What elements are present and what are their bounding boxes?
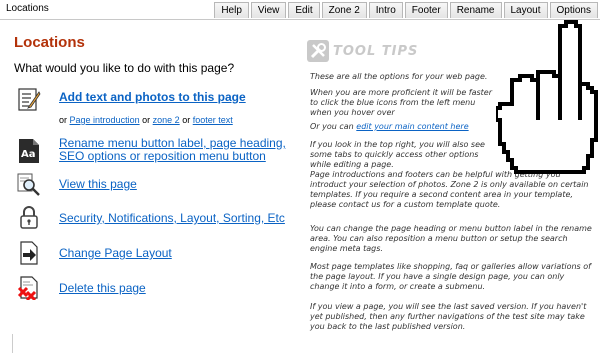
tab-intro[interactable]: Intro bbox=[368, 2, 403, 18]
page-introduction-link[interactable]: Page introduction bbox=[70, 115, 140, 125]
svg-text:Aa: Aa bbox=[21, 149, 36, 160]
tools-icon bbox=[307, 40, 329, 62]
tab-help[interactable]: Help bbox=[214, 2, 249, 18]
edit-text-icon[interactable] bbox=[17, 88, 41, 112]
edit-main-content-link[interactable]: edit your main content here bbox=[356, 122, 468, 131]
rename-options-link[interactable]: Rename menu button label, page heading, … bbox=[59, 137, 289, 163]
tab-options[interactable]: Options bbox=[549, 2, 598, 18]
tip-layout: Most page templates like shopping, faq o… bbox=[310, 262, 591, 291]
tip-edit-prefix: Or you can bbox=[310, 122, 354, 131]
top-bar: Locations Help View Edit Zone 2 Intro Fo… bbox=[0, 0, 600, 20]
delete-page-icon[interactable] bbox=[17, 276, 41, 300]
security-notifications-link[interactable]: Security, Notifications, Layout, Sorting… bbox=[59, 212, 285, 225]
tab-zone-2[interactable]: Zone 2 bbox=[321, 2, 367, 18]
tab-layout[interactable]: Layout bbox=[503, 2, 548, 18]
zone-2-link[interactable]: zone 2 bbox=[153, 115, 180, 125]
lock-icon[interactable] bbox=[17, 205, 41, 229]
layout-arrow-icon[interactable] bbox=[17, 241, 41, 265]
sublinks-row: or Page introduction or zone 2 or footer… bbox=[59, 114, 233, 127]
tool-tips-title: TOOL TIPS bbox=[333, 43, 419, 59]
window-title: Locations bbox=[6, 3, 49, 14]
sublinks-sep-2: or bbox=[182, 115, 191, 125]
option-add-text: Add text and photos to this page or Page… bbox=[17, 88, 317, 128]
divider bbox=[12, 334, 13, 353]
option-rename: Aa Rename menu button label, page headin… bbox=[17, 137, 317, 167]
tip-proficient: When you are more proficient it will be … bbox=[310, 88, 493, 117]
footer-text-link[interactable]: footer text bbox=[193, 115, 233, 125]
options-panel: Locations What would you like to do with… bbox=[14, 34, 304, 75]
tab-bar: Help View Edit Zone 2 Intro Footer Renam… bbox=[212, 2, 598, 18]
option-security: Security, Notifications, Layout, Sorting… bbox=[17, 205, 317, 231]
add-text-photos-link[interactable]: Add text and photos to this page bbox=[59, 91, 246, 104]
tip-tabs: If you look in the top right, you will a… bbox=[310, 140, 485, 169]
tab-edit[interactable]: Edit bbox=[288, 2, 320, 18]
font-aa-icon[interactable]: Aa bbox=[17, 139, 41, 163]
option-layout: Change Page Layout bbox=[17, 241, 317, 267]
magnifier-icon[interactable] bbox=[17, 173, 41, 197]
tab-footer[interactable]: Footer bbox=[404, 2, 448, 18]
question-text: What would you like to do with this page… bbox=[14, 61, 235, 75]
sublinks-prefix: or bbox=[59, 115, 68, 125]
option-view: View this page bbox=[17, 173, 317, 199]
tab-view[interactable]: View bbox=[250, 2, 287, 18]
page-title: Locations bbox=[14, 34, 85, 51]
delete-page-link[interactable]: Delete this page bbox=[59, 282, 146, 295]
change-page-layout-link[interactable]: Change Page Layout bbox=[59, 247, 172, 260]
tab-rename[interactable]: Rename bbox=[449, 2, 502, 18]
option-delete: Delete this page bbox=[17, 276, 317, 302]
view-page-link[interactable]: View this page bbox=[59, 178, 137, 191]
tip-rename: You can change the page heading or menu … bbox=[310, 224, 592, 253]
sublinks-sep-1: or bbox=[142, 115, 151, 125]
hand-pointer-icon bbox=[496, 20, 598, 174]
tip-view: If you view a page, you will see the las… bbox=[310, 302, 587, 331]
